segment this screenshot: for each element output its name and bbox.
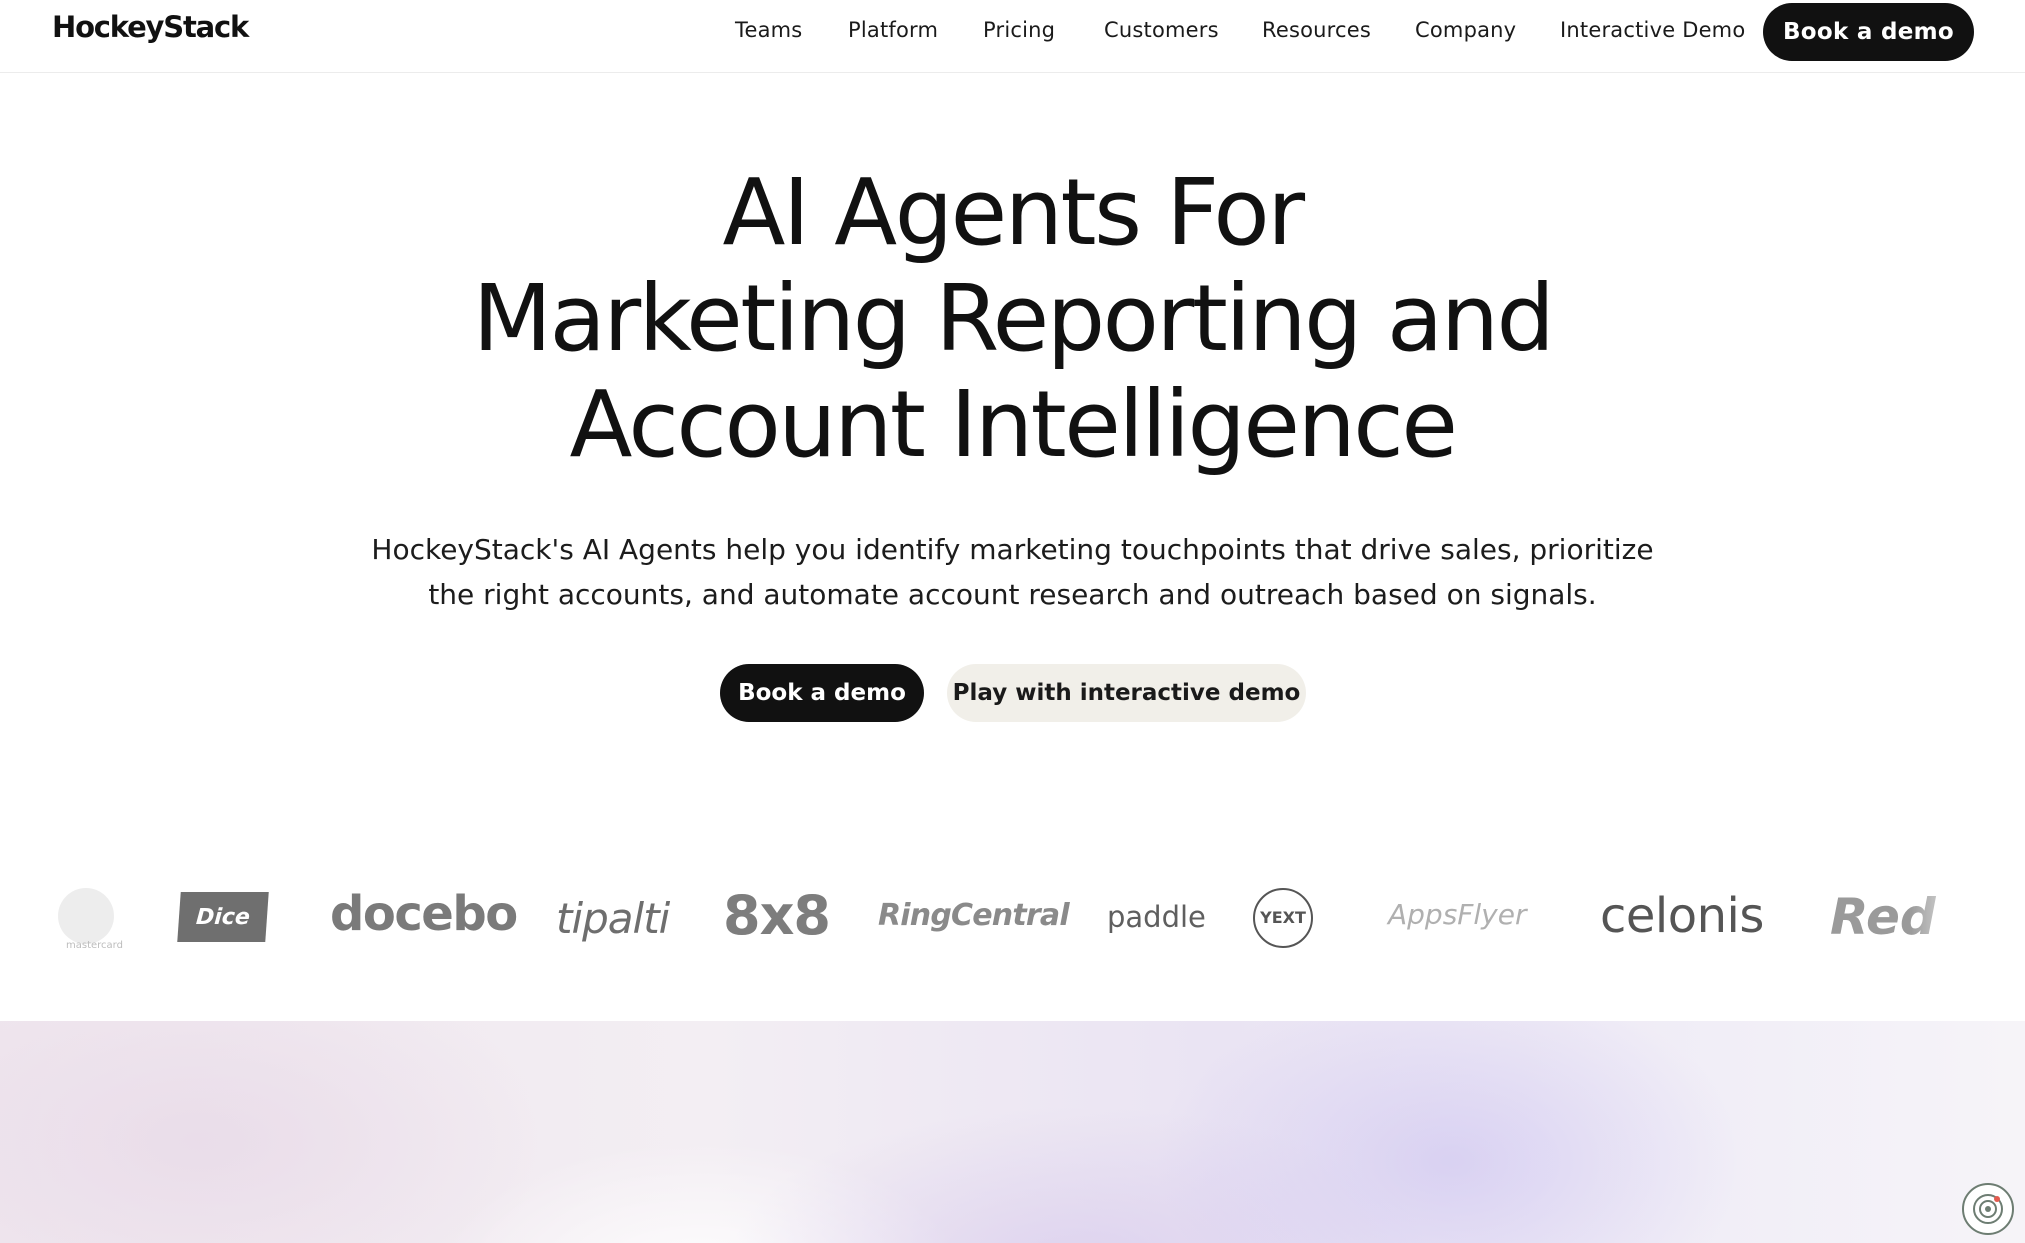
chat-support-icon[interactable] xyxy=(1962,1183,2014,1235)
docebo-logo: docebo xyxy=(330,886,518,942)
8x8-logo: 8x8 xyxy=(723,884,831,947)
nav-pricing[interactable]: Pricing xyxy=(983,18,1055,42)
nav-platform[interactable]: Platform xyxy=(848,18,938,42)
appsflyer-logo: AppsFlyer xyxy=(1388,898,1527,931)
ringcentral-logo: RingCentral xyxy=(878,898,1070,933)
mastercard-logo-label: mastercard xyxy=(66,940,123,951)
header-book-demo-button[interactable]: Book a demo xyxy=(1763,3,1974,61)
red-logo: Red xyxy=(1830,888,1936,946)
hero-subtitle: HockeyStack's AI Agents help you identif… xyxy=(0,527,2025,617)
hero-title: AI Agents For Marketing Reporting and Ac… xyxy=(0,160,2025,478)
tipalti-logo: tipalti xyxy=(556,894,670,943)
hero-title-line: Account Intelligence xyxy=(569,371,1459,478)
yext-logo: YE XT xyxy=(1253,888,1313,948)
hero-title-line: AI Agents For xyxy=(722,159,1305,266)
mastercard-logo xyxy=(58,888,114,944)
main-nav: Teams Platform Pricing Customers Resourc… xyxy=(0,0,2025,60)
interactive-demo-button[interactable]: Play with interactive demo xyxy=(947,664,1306,722)
chat-support-icon-graphic xyxy=(1973,1194,2003,1224)
yext-logo-text: XT xyxy=(1282,908,1306,927)
nav-interactive-demo[interactable]: Interactive Demo xyxy=(1560,18,1745,42)
hero-title-line: Marketing Reporting and xyxy=(472,265,1555,372)
dice-logo: Dice xyxy=(177,892,269,942)
hero-subtitle-line: the right accounts, and automate account… xyxy=(428,578,1597,611)
customer-logo-strip: mastercard Dice docebo tipalti 8x8 RingC… xyxy=(0,870,2025,970)
nav-resources[interactable]: Resources xyxy=(1262,18,1371,42)
paddle-logo: paddle xyxy=(1107,900,1206,934)
book-demo-button[interactable]: Book a demo xyxy=(720,664,924,722)
site-header: HockeyStack Teams Platform Pricing Custo… xyxy=(0,0,2025,73)
gradient-background-section xyxy=(0,1021,2025,1243)
nav-company[interactable]: Company xyxy=(1415,18,1516,42)
celonis-logo: celonis xyxy=(1600,888,1764,944)
yext-logo-text: YE xyxy=(1260,908,1283,927)
hero-subtitle-line: HockeyStack's AI Agents help you identif… xyxy=(371,533,1654,566)
nav-customers[interactable]: Customers xyxy=(1104,18,1219,42)
nav-teams[interactable]: Teams xyxy=(735,18,802,42)
